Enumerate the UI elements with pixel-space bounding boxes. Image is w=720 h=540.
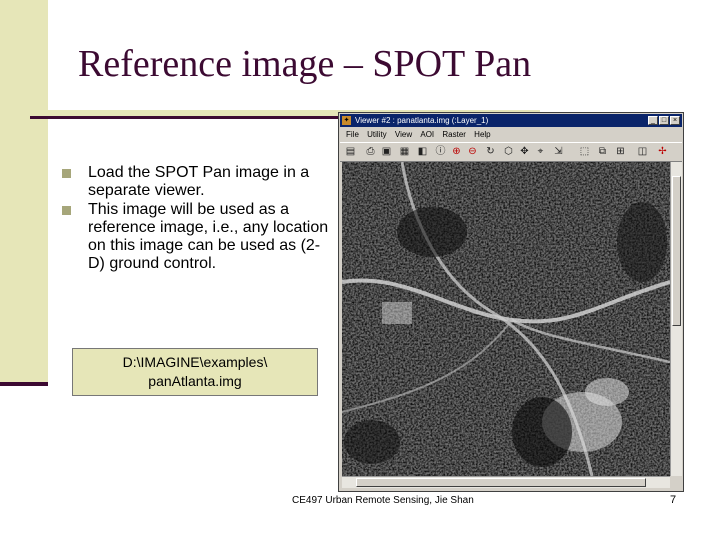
slide-footer: CE497 Urban Remote Sensing, Jie Shan xyxy=(292,495,474,506)
menu-raster[interactable]: Raster xyxy=(442,128,466,141)
bullet-list: Load the SPOT Pan image in a separate vi… xyxy=(62,164,332,274)
viewer-titlebar[interactable]: ✦ Viewer #2 : panatlanta.img (:Layer_1) … xyxy=(340,114,682,127)
horizontal-scrollbar[interactable] xyxy=(342,476,670,488)
file-name-line: panAtlanta.img xyxy=(148,373,242,389)
menu-help[interactable]: Help xyxy=(474,128,490,141)
left-decorative-line xyxy=(0,382,48,386)
left-decorative-band xyxy=(0,0,48,384)
viewer-window: ✦ Viewer #2 : panatlanta.img (:Layer_1) … xyxy=(338,112,684,492)
open-icon[interactable]: ▤ xyxy=(344,145,357,158)
select-icon[interactable]: ⌖ xyxy=(534,145,547,158)
inquire-icon[interactable]: ◧ xyxy=(416,145,429,158)
file-path-box: D:\IMAGINE\examples\ panAtlanta.img xyxy=(72,348,318,396)
menu-aoi[interactable]: AOI xyxy=(420,128,434,141)
rotate-icon[interactable]: ↻ xyxy=(484,145,497,158)
menu-file[interactable]: File xyxy=(346,128,359,141)
bullet-marker-icon xyxy=(62,206,71,215)
menu-utility[interactable]: Utility xyxy=(367,128,387,141)
roam-icon[interactable]: ✥ xyxy=(518,145,531,158)
tools-icon[interactable]: ✢ xyxy=(656,145,669,158)
display-icon[interactable]: ◫ xyxy=(636,145,649,158)
viewer-toolbar: ▤ ⎙ ▣ ▦ ◧ ⓘ ⊕ ⊖ ↻ ⬡ ✥ ⌖ ⇲ ⬚ ⧉ ⊞ ◫ ✢ xyxy=(340,142,682,162)
fit-icon[interactable]: ⬚ xyxy=(578,145,591,158)
bullet-item: This image will be used as a reference i… xyxy=(62,201,332,273)
print-icon[interactable]: ⎙ xyxy=(364,145,377,158)
bullet-item: Load the SPOT Pan image in a separate vi… xyxy=(62,164,332,200)
viewer-title: Viewer #2 : panatlanta.img (:Layer_1) xyxy=(355,116,489,125)
raster-icon[interactable]: ⊞ xyxy=(614,145,627,158)
measure-icon[interactable]: ⇲ xyxy=(552,145,565,158)
save-icon[interactable]: ▣ xyxy=(380,145,393,158)
aoi-icon[interactable]: ⬡ xyxy=(502,145,515,158)
bullet-marker-icon xyxy=(62,169,71,178)
slide-number: 7 xyxy=(670,494,677,506)
vertical-scroll-thumb[interactable] xyxy=(672,176,681,326)
minimize-button[interactable]: _ xyxy=(648,116,658,125)
satellite-image-canvas[interactable] xyxy=(342,162,670,476)
zoom-out-icon[interactable]: ⊖ xyxy=(466,145,479,158)
close-button[interactable]: × xyxy=(670,116,680,125)
satellite-image xyxy=(342,162,670,476)
arrange-icon[interactable]: ⧉ xyxy=(596,145,609,158)
horizontal-scroll-thumb[interactable] xyxy=(356,478,646,487)
maximize-button[interactable]: □ xyxy=(659,116,669,125)
bullet-text: Load the SPOT Pan image in a separate vi… xyxy=(88,164,310,199)
info-icon[interactable]: ⓘ xyxy=(434,145,447,158)
bullet-text: This image will be used as a reference i… xyxy=(88,201,329,272)
menu-view[interactable]: View xyxy=(395,128,412,141)
file-path-line: D:\IMAGINE\examples\ xyxy=(122,354,268,370)
app-icon: ✦ xyxy=(342,116,351,125)
slide-title: Reference image – SPOT Pan xyxy=(78,43,532,85)
viewer-menubar: File Utility View AOI Raster Help xyxy=(340,128,682,141)
clear-icon[interactable]: ▦ xyxy=(398,145,411,158)
vertical-scrollbar[interactable] xyxy=(670,162,682,476)
zoom-in-icon[interactable]: ⊕ xyxy=(450,145,463,158)
